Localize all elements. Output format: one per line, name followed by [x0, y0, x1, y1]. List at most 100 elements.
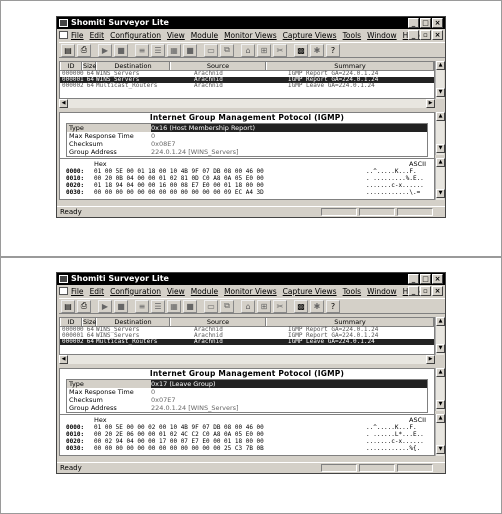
- scroll-down-arrow[interactable]: ▼: [436, 445, 445, 454]
- network-icon[interactable]: ▩: [294, 299, 308, 313]
- menu-capture-views[interactable]: Capture Views: [283, 287, 337, 296]
- doc-close-button[interactable]: ×: [432, 30, 443, 40]
- column-header-summary[interactable]: Summary: [266, 62, 434, 70]
- stat-icon[interactable]: ■: [183, 43, 197, 57]
- find-icon[interactable]: ⊞: [257, 43, 271, 57]
- menu-tools[interactable]: Tools: [343, 31, 361, 40]
- close-button[interactable]: ×: [432, 18, 443, 28]
- monitor-icon[interactable]: ▭: [204, 43, 218, 57]
- hex-scrollbar[interactable]: ▲ ▼: [435, 158, 445, 200]
- scroll-left-arrow[interactable]: ◀: [59, 355, 68, 364]
- menu-window[interactable]: Window: [367, 31, 397, 40]
- packet-list-hscrollbar[interactable]: ◀ ▶: [59, 355, 435, 364]
- filter-icon[interactable]: ≡: [135, 43, 149, 57]
- menu-view[interactable]: View: [167, 287, 185, 296]
- scroll-up-arrow[interactable]: ▲: [436, 368, 445, 377]
- scroll-left-arrow[interactable]: ◀: [59, 99, 68, 108]
- stop-icon[interactable]: ■: [114, 43, 128, 57]
- minimize-button[interactable]: _: [408, 274, 419, 284]
- hex-row[interactable]: 0020: 01 18 94 04 00 00 16 00 08 E7 E0 00…: [60, 182, 434, 189]
- maximize-button[interactable]: □: [420, 18, 431, 28]
- scroll-down-arrow[interactable]: ▼: [436, 189, 445, 198]
- hex-row[interactable]: 0030: 00 00 00 00 00 00 00 00 00 00 00 00…: [60, 445, 434, 452]
- doc-restore-button[interactable]: ▫: [420, 30, 431, 40]
- packet-list[interactable]: ID Size Destination Source Summary 000000 64 WI…: [59, 61, 435, 99]
- find-icon[interactable]: ⊞: [257, 299, 271, 313]
- menu-module[interactable]: Module: [191, 287, 218, 296]
- decode-field-row[interactable]: Type 0x17 (Leave Group): [67, 380, 427, 388]
- capture-icon[interactable]: ☰: [151, 299, 165, 313]
- paste-icon[interactable]: ⌂: [241, 299, 255, 313]
- menu-view[interactable]: View: [167, 31, 185, 40]
- scroll-up-arrow[interactable]: ▲: [436, 317, 445, 326]
- stop-icon[interactable]: ■: [114, 299, 128, 313]
- network-icon[interactable]: ▩: [294, 43, 308, 57]
- menu-configuration[interactable]: Configuration: [110, 31, 161, 40]
- decode-icon[interactable]: ▦: [167, 43, 181, 57]
- hex-row[interactable]: 0000: 01 00 5E 00 01 18 00 10 4B 9F 07 DB…: [60, 168, 434, 175]
- stat-icon[interactable]: ■: [183, 299, 197, 313]
- menu-edit[interactable]: Edit: [90, 287, 105, 296]
- column-header-source[interactable]: Source: [170, 62, 266, 70]
- copy-icon[interactable]: ⧉: [220, 43, 234, 57]
- column-header-summary[interactable]: Summary: [266, 318, 434, 326]
- open-icon[interactable]: ▤: [61, 299, 75, 313]
- close-button[interactable]: ×: [432, 274, 443, 284]
- paste-icon[interactable]: ⌂: [241, 43, 255, 57]
- menu-file[interactable]: File: [71, 287, 84, 296]
- document-icon[interactable]: [59, 31, 68, 39]
- monitor-icon[interactable]: ▭: [204, 299, 218, 313]
- column-header-size[interactable]: Size: [82, 318, 96, 326]
- packet-list-hscrollbar[interactable]: ◀ ▶: [59, 99, 435, 108]
- decode-scrollbar[interactable]: ▲ ▼: [435, 112, 445, 155]
- doc-minimize-button[interactable]: _: [408, 286, 419, 296]
- menu-monitor-views[interactable]: Monitor Views: [224, 31, 277, 40]
- open-icon[interactable]: ▤: [61, 43, 75, 57]
- menu-capture-views[interactable]: Capture Views: [283, 31, 337, 40]
- hex-row[interactable]: 0010: 00 20 2E 06 00 00 01 02 4C C2 C0 A8…: [60, 431, 434, 438]
- decode-field-row[interactable]: Checksum 0x07E7: [67, 396, 427, 404]
- capture-icon[interactable]: ☰: [151, 43, 165, 57]
- menu-tools[interactable]: Tools: [343, 287, 361, 296]
- packet-row[interactable]: 000002 64 Multicast_Routers Arachnid IGMP Le…: [60, 83, 434, 89]
- doc-minimize-button[interactable]: _: [408, 30, 419, 40]
- menu-monitor-views[interactable]: Monitor Views: [224, 287, 277, 296]
- tool-icon[interactable]: ✱: [310, 43, 324, 57]
- document-icon[interactable]: [59, 287, 68, 295]
- hex-row[interactable]: 0000: 01 00 5E 00 00 02 00 10 4B 9F 07 DB…: [60, 424, 434, 431]
- copy-icon[interactable]: ⧉: [220, 299, 234, 313]
- play-icon[interactable]: ▶: [98, 299, 112, 313]
- help-icon[interactable]: ?: [326, 299, 340, 313]
- packet-list-scrollbar[interactable]: ▲ ▼: [435, 317, 445, 355]
- menu-edit[interactable]: Edit: [90, 31, 105, 40]
- scroll-up-arrow[interactable]: ▲: [436, 112, 445, 121]
- decode-field-row[interactable]: Type 0x16 (Host Membership Report): [67, 124, 427, 132]
- scroll-down-arrow[interactable]: ▼: [436, 344, 445, 353]
- decode-field-row[interactable]: Group Address 224.0.1.24 [WINS_Servers]: [67, 148, 427, 156]
- hex-row[interactable]: 0020: 00 02 94 04 00 00 17 00 07 E7 E0 00…: [60, 438, 434, 445]
- minimize-button[interactable]: _: [408, 18, 419, 28]
- column-header-source[interactable]: Source: [170, 318, 266, 326]
- decode-icon[interactable]: ▦: [167, 299, 181, 313]
- scroll-down-arrow[interactable]: ▼: [436, 400, 445, 409]
- scroll-right-arrow[interactable]: ▶: [426, 99, 435, 108]
- scroll-right-arrow[interactable]: ▶: [426, 355, 435, 364]
- options-icon[interactable]: ✂: [273, 43, 287, 57]
- doc-restore-button[interactable]: ▫: [420, 286, 431, 296]
- hex-row[interactable]: 0010: 00 20 0B 04 00 00 01 02 81 0D C0 A8…: [60, 175, 434, 182]
- column-header-id[interactable]: ID: [60, 62, 82, 70]
- scroll-up-arrow[interactable]: ▲: [436, 414, 445, 423]
- hex-row[interactable]: 0030: 00 00 00 00 00 00 00 00 00 00 00 00…: [60, 189, 434, 196]
- doc-close-button[interactable]: ×: [432, 286, 443, 296]
- decode-field-row[interactable]: Max Response Time 0: [67, 388, 427, 396]
- column-header-destination[interactable]: Destination: [96, 318, 170, 326]
- packet-row[interactable]: 000002 64 Multicast_Routers Arachnid IGMP Le…: [60, 339, 434, 345]
- print-icon[interactable]: ⎙: [77, 43, 91, 57]
- decode-field-row[interactable]: Max Response Time 0: [67, 132, 427, 140]
- tool-icon[interactable]: ✱: [310, 299, 324, 313]
- column-header-destination[interactable]: Destination: [96, 62, 170, 70]
- print-icon[interactable]: ⎙: [77, 299, 91, 313]
- menu-configuration[interactable]: Configuration: [110, 287, 161, 296]
- decode-field-row[interactable]: Group Address 224.0.1.24 [WINS_Servers]: [67, 404, 427, 412]
- help-icon[interactable]: ?: [326, 43, 340, 57]
